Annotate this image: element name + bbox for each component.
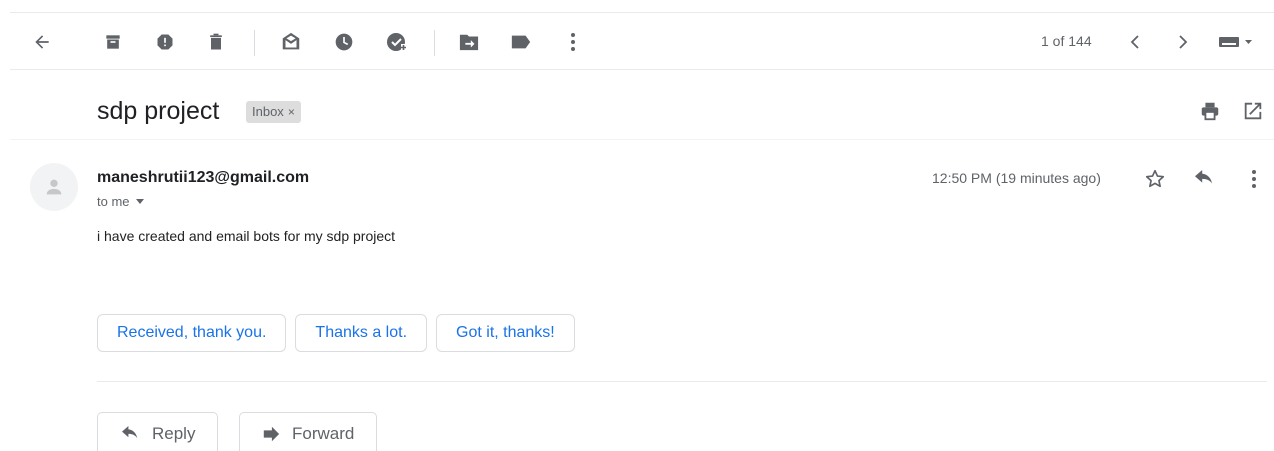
move-to-folder-icon[interactable] [456,29,482,55]
keyboard-icon[interactable] [1216,29,1256,55]
divider [97,381,1267,382]
more-vert-icon[interactable] [1240,165,1268,193]
inbox-label-chip[interactable]: Inbox × [246,101,301,123]
reply-button-label: Reply [152,424,196,443]
caret-down-icon [135,199,144,204]
person-avatar-icon [30,163,78,211]
print-icon[interactable] [1199,100,1221,122]
smart-reply-group: Received, thank you. Thanks a lot. Got i… [97,314,575,352]
label-chip-text: Inbox [252,104,284,119]
sender-email[interactable]: maneshrutii123@gmail.com [97,169,309,187]
snooze-clock-icon[interactable] [331,29,357,55]
toolbar-separator [434,30,435,56]
trash-icon[interactable] [203,29,229,55]
smart-reply-received[interactable]: Received, thank you. [97,314,287,352]
email-subject: sdp project [97,97,220,125]
chevron-right-icon[interactable] [1170,29,1196,55]
more-vert-icon[interactable] [560,29,586,55]
message-toolbar: 1 of 144 [10,12,1274,70]
message-body: i have created and email bots for my sdp… [97,228,396,244]
message-timestamp: 12:50 PM (19 minutes ago) [932,170,1101,186]
reply-icon[interactable] [1190,165,1218,193]
arrow-left-icon[interactable] [29,29,55,55]
mark-unread-icon[interactable] [278,29,304,55]
report-spam-icon[interactable] [152,29,178,55]
toolbar-separator [254,30,255,56]
archive-icon[interactable] [100,29,126,55]
gmail-message-view: 1 of 144 sdp project Inbox × maneshrutii… [0,0,1274,451]
pagination-count: 1 of 144 [1041,33,1092,49]
smart-reply-thanks-a-lot[interactable]: Thanks a lot. [295,314,428,352]
recipient-label: to me [97,194,130,209]
label-icon[interactable] [508,29,534,55]
remove-label-icon[interactable]: × [288,101,295,123]
reply-button[interactable]: Reply [97,412,219,451]
forward-button-label: Forward [292,424,355,443]
subject-row: sdp project Inbox × [10,80,1274,140]
open-in-new-icon[interactable] [1242,100,1264,122]
star-outline-icon[interactable] [1141,165,1169,193]
recipient-details-toggle[interactable]: to me [97,194,144,209]
forward-button[interactable]: Forward [239,412,378,451]
reply-icon [122,426,138,438]
smart-reply-got-it[interactable]: Got it, thanks! [436,314,575,352]
chevron-left-icon[interactable] [1122,29,1148,55]
forward-icon [263,426,280,442]
add-task-icon[interactable] [384,29,410,55]
